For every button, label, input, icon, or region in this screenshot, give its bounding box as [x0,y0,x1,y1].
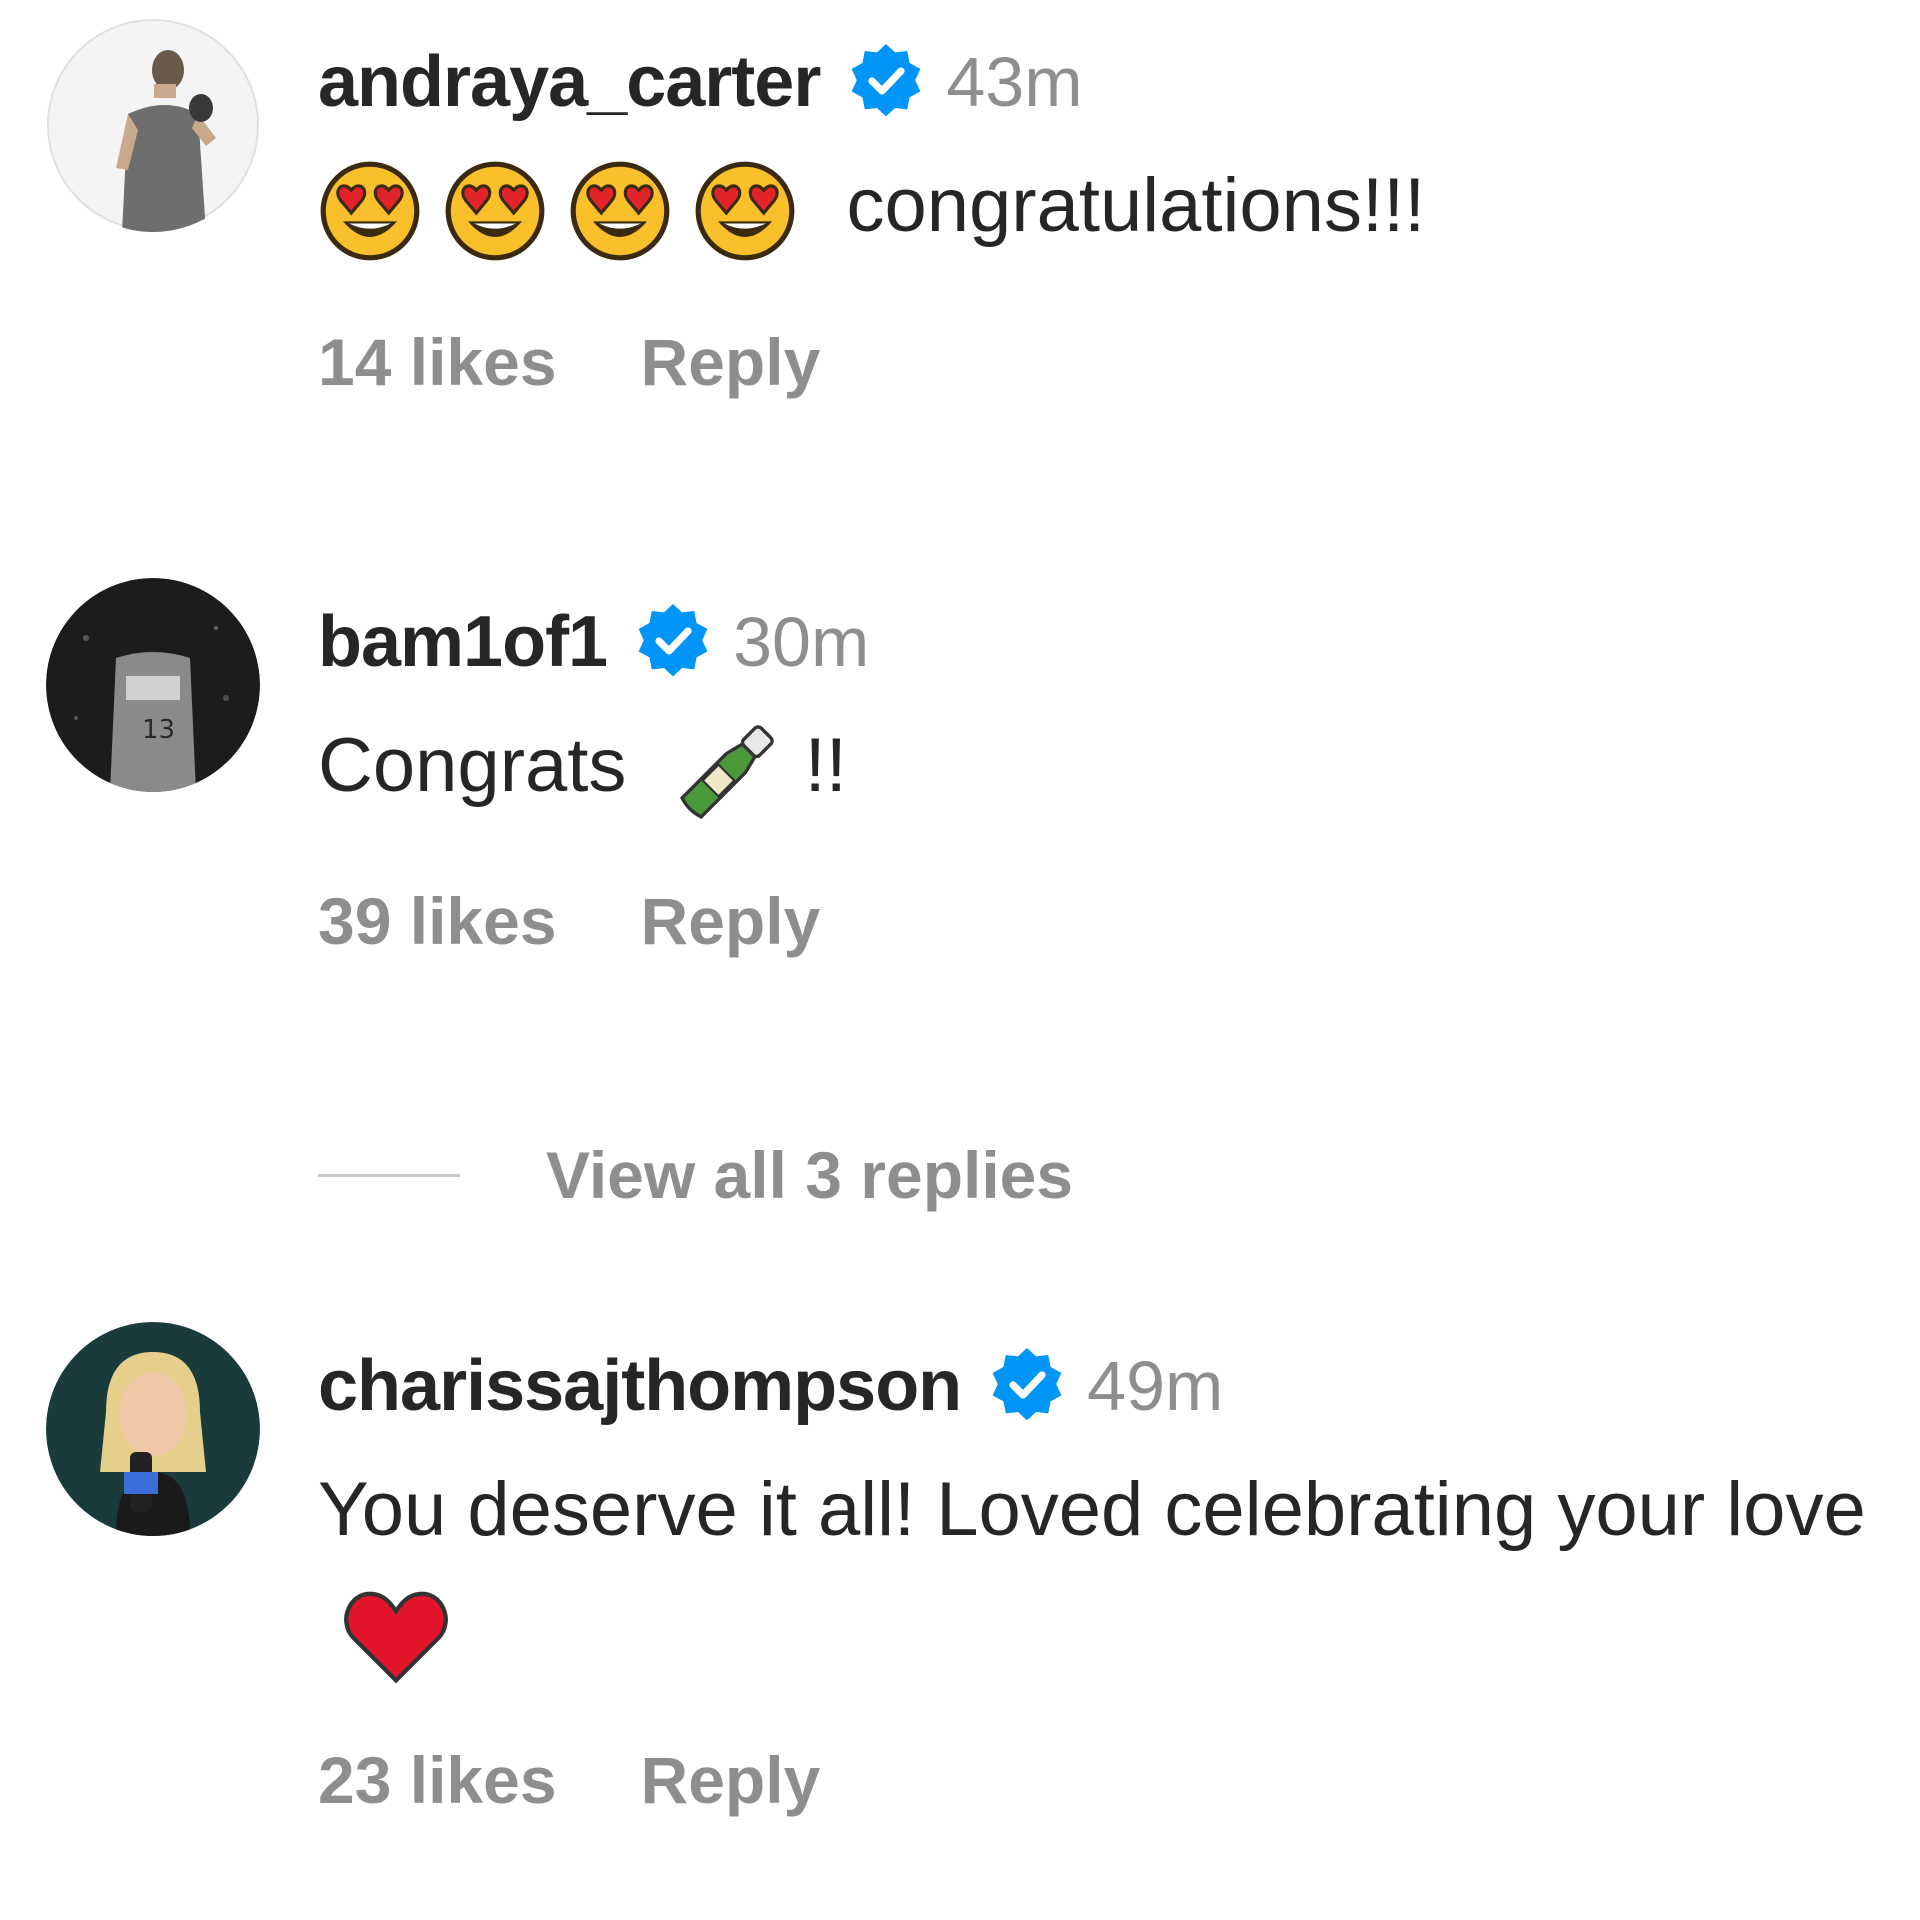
heart-eyes-icon [443,159,547,263]
comment-content: charissajthompson 49m You deserve it all… [318,1340,1878,1818]
comment-text-content: You deserve it all! Loved celebrating yo… [318,1467,1866,1552]
reply-button[interactable]: Reply [641,324,821,400]
comment-header: charissajthompson 49m [318,1340,1878,1432]
heart-eyes-icon [568,159,672,263]
champagne-bottle-icon [672,715,784,827]
likes-count[interactable]: 39 likes [318,883,557,959]
reply-button[interactable]: Reply [641,1742,821,1818]
comment-text: congratulations!!! [318,146,1878,266]
view-replies-toggle[interactable]: View all 3 replies [318,1130,1073,1220]
username[interactable]: bam1of1 [318,601,608,683]
comment-timestamp: 49m [1087,1347,1224,1425]
heart-eyes-icon [693,159,797,263]
comment-timestamp: 30m [733,603,870,681]
comment-content: andraya_carter 43m congratulations!!! 14… [318,36,1878,400]
comment-text: You deserve it all! Loved celebrating yo… [318,1450,1878,1690]
view-replies-button[interactable]: View all 3 replies [546,1137,1073,1213]
comment-actions: 39 likes Reply [318,883,1878,959]
red-heart-icon [342,1585,450,1685]
avatar[interactable] [46,1322,260,1536]
verified-badge-icon [846,42,926,122]
comment-header: andraya_carter 43m [318,36,1878,128]
comment-header: bam1of1 30m [318,596,1878,688]
heart-eyes-icon [318,159,422,263]
username[interactable]: andraya_carter [318,41,821,123]
divider-line [318,1173,460,1177]
comment-actions: 14 likes Reply [318,324,1878,400]
username[interactable]: charissajthompson [318,1345,962,1427]
avatar[interactable] [46,18,260,232]
comment-timestamp: 43m [946,43,1083,121]
comment-text-content: Congrats [318,723,627,808]
comment-text: Congrats !! [318,706,1878,827]
comment-text-content: congratulations!!! [846,163,1426,248]
likes-count[interactable]: 23 likes [318,1742,557,1818]
avatar[interactable]: 13 [46,578,260,792]
comment-actions: 23 likes Reply [318,1742,1878,1818]
comment-content: bam1of1 30m Congrats !! 39 likes Reply [318,596,1878,959]
reply-button[interactable]: Reply [641,883,821,959]
comment-text-suffix: !! [804,723,847,808]
verified-badge-icon [633,602,713,682]
likes-count[interactable]: 14 likes [318,324,557,400]
verified-badge-icon [987,1346,1067,1426]
svg-text:13: 13 [142,715,175,745]
